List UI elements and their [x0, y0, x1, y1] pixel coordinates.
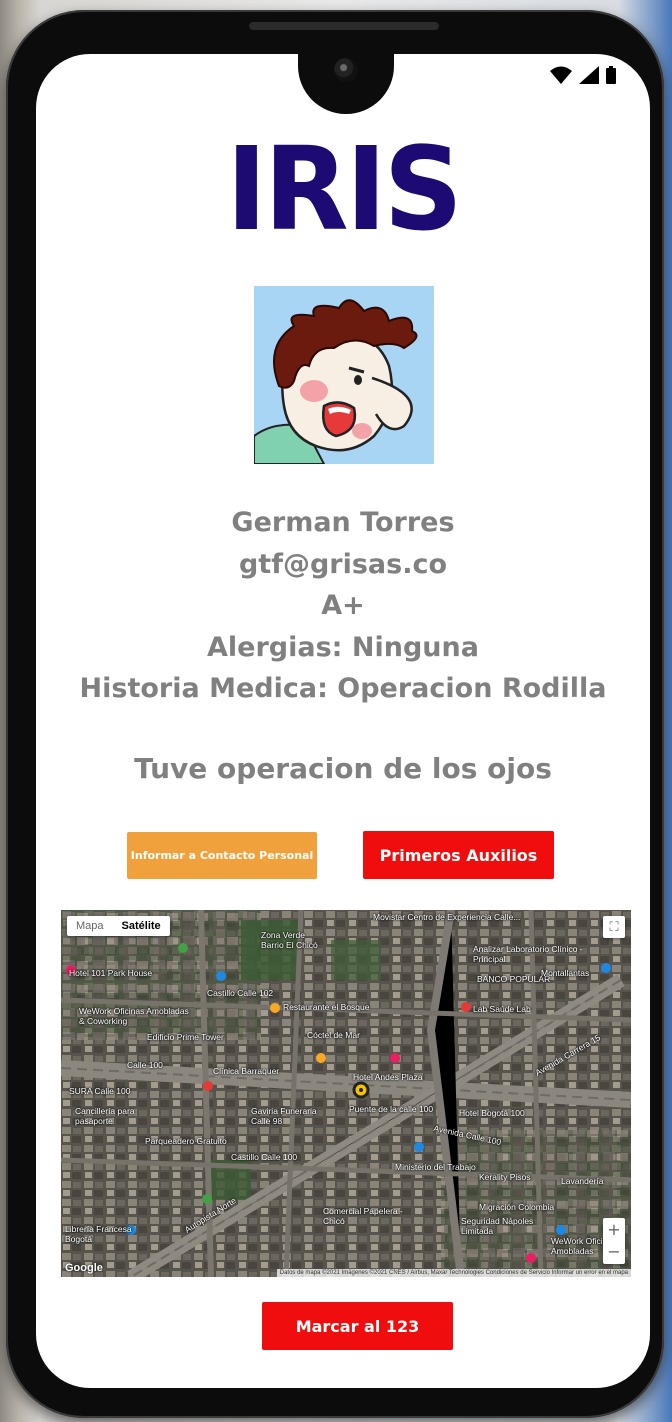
map-label: Comercial Papelera - Chicó [323, 1206, 403, 1226]
map-label: Cancillería para pasaporte [75, 1106, 135, 1126]
profile-picture [254, 286, 434, 464]
map-label: Edificio Prime Tower [147, 1032, 224, 1042]
first-aid-button[interactable]: Primeros Auxilios [363, 831, 554, 879]
map-label: WeWork Oficinas Amobladas & Coworking [79, 1006, 189, 1026]
map-label: Librería Francesa Bogotá [65, 1224, 132, 1244]
location-map[interactable]: Movistar Centro de Experiencia Calle... … [61, 910, 631, 1277]
map-label: Castillo Calle 102 [207, 988, 274, 998]
map-label: Ministerio del Trabajo [395, 1162, 476, 1172]
map-type-map-tab[interactable]: Mapa [67, 916, 113, 936]
patient-name: German Torres [231, 507, 455, 538]
allergies: Alergias: Ninguna [207, 631, 479, 663]
map-type-satellite-tab[interactable]: Satélite [113, 916, 170, 936]
front-camera-icon [334, 58, 358, 82]
profile-info: German Torres gtf@grisas.co A+ Alergias:… [36, 502, 650, 710]
app-title: IRIS [226, 121, 463, 257]
google-logo: Google [65, 1262, 103, 1274]
map-label: Seguridad Nápoles Limitada [461, 1216, 534, 1236]
map-label: Lab Saúde Lab [473, 1004, 531, 1014]
status-bar [550, 66, 616, 84]
camera-notch [298, 54, 394, 114]
map-label: BANCO POPULAR [477, 974, 551, 984]
fullscreen-icon[interactable]: ⛶ [603, 916, 625, 938]
map-label: Parqueadero Gratuito [145, 1136, 227, 1146]
zoom-out-button[interactable]: − [607, 1241, 620, 1263]
battery-icon [606, 66, 616, 84]
map-label: Lavandería [561, 1176, 604, 1186]
phone-screen: IRIS German Torres gtf@grisas.co A+ Aler… [36, 54, 650, 1388]
map-label: Montallantas [541, 968, 590, 978]
medical-note: Tuve operacion de los ojos [134, 752, 552, 785]
zoom-in-button[interactable]: + [607, 1219, 620, 1241]
phone-frame: IRIS German Torres gtf@grisas.co A+ Aler… [6, 10, 664, 1418]
blood-type: A+ [321, 590, 365, 621]
map-label: Gaviria Funeraria Calle 98 [251, 1106, 317, 1126]
map-label: Hotel Andes Plaza [353, 1072, 423, 1082]
map-label: Hotel 101 Park House [69, 968, 153, 978]
map-label: Calle 100 [127, 1060, 163, 1070]
map-label: Kerality Pisos [479, 1172, 531, 1182]
wifi-icon [550, 66, 572, 84]
zoom-control: + − [603, 1218, 625, 1264]
patient-email: gtf@grisas.co [238, 548, 448, 580]
map-label: Analizar Laboratorio Clínico - Principal [473, 944, 583, 964]
signal-icon [579, 66, 599, 84]
map-label: Clínica Barraquer [213, 1066, 280, 1076]
notify-contact-button[interactable]: Informar a Contacto Personal [127, 832, 317, 879]
map-label: Puente de la calle 100 [349, 1104, 434, 1114]
map-label: Hotel Bogotá 100 [459, 1108, 525, 1118]
map-attribution[interactable]: Datos de mapa ©2021 Imágenes ©2021 CNES … [276, 1269, 631, 1277]
map-type-toggle: Mapa Satélite [67, 916, 170, 936]
avatar [254, 286, 434, 464]
medical-history: Historia Medica: Operacion Rodilla [79, 673, 607, 704]
map-label: Castillo Calle 100 [231, 1152, 298, 1162]
map-label: Restaurante el Bosque [283, 1002, 370, 1012]
speaker-grille [249, 22, 439, 30]
call-123-button[interactable]: Marcar al 123 [262, 1302, 453, 1350]
map-label: Zona Verde Barrio El Chicó [261, 930, 318, 950]
map-label: Migración Colombia [479, 1202, 555, 1212]
map-label: SURA Calle 100 [69, 1086, 131, 1096]
map-label: Cóctel de Mar [307, 1030, 360, 1040]
map-label: Movistar Centro de Experiencia Calle... [373, 912, 521, 922]
